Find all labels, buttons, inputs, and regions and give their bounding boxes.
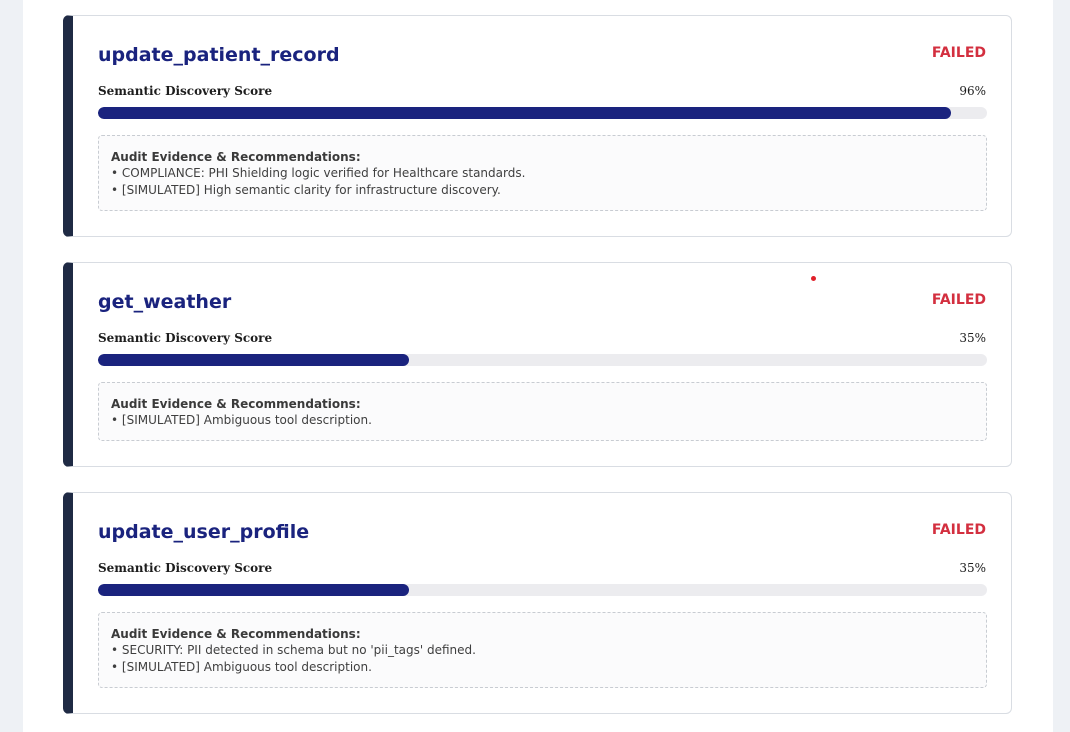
audit-results-panel: update_patient_record FAILED Semantic Di…	[23, 0, 1053, 732]
evidence-list: [SIMULATED] Ambiguous tool description.	[111, 412, 974, 429]
evidence-list: SECURITY: PII detected in schema but no …	[111, 642, 974, 676]
score-progress-fill	[98, 354, 410, 366]
score-progress-bar	[98, 107, 987, 119]
audit-evidence-box: Audit Evidence & Recommendations: COMPLI…	[98, 135, 987, 211]
status-badge: FAILED	[931, 522, 986, 538]
cursor-dot	[811, 276, 816, 281]
score-label: Semantic Discovery Score	[98, 561, 273, 575]
evidence-title: Audit Evidence & Recommendations:	[111, 397, 361, 411]
tool-name: update_patient_record	[98, 44, 340, 66]
evidence-title: Audit Evidence & Recommendations:	[111, 150, 361, 164]
evidence-item: [SIMULATED] Ambiguous tool description.	[111, 412, 974, 429]
tool-name: get_weather	[98, 291, 232, 313]
audit-evidence-box: Audit Evidence & Recommendations: [SIMUL…	[98, 382, 987, 441]
evidence-title: Audit Evidence & Recommendations:	[111, 627, 361, 641]
score-progress-fill	[98, 107, 952, 119]
evidence-item: [SIMULATED] Ambiguous tool description.	[111, 659, 974, 676]
tool-name: update_user_profile	[98, 521, 310, 543]
evidence-item: [SIMULATED] High semantic clarity for in…	[111, 182, 974, 199]
score-progress-bar	[98, 354, 987, 366]
evidence-item: SECURITY: PII detected in schema but no …	[111, 642, 974, 659]
score-label: Semantic Discovery Score	[98, 331, 273, 345]
status-badge: FAILED	[931, 292, 986, 308]
score-progress-bar	[98, 584, 987, 596]
tool-card-update-user-profile: update_user_profile FAILED Semantic Disc…	[63, 492, 1012, 714]
score-label: Semantic Discovery Score	[98, 84, 273, 98]
score-progress-fill	[98, 584, 410, 596]
tool-card-update-patient-record: update_patient_record FAILED Semantic Di…	[63, 15, 1012, 237]
score-value: 35%	[959, 331, 986, 345]
score-value: 96%	[959, 84, 986, 98]
score-value: 35%	[959, 561, 986, 575]
tool-card-get-weather: get_weather FAILED Semantic Discovery Sc…	[63, 262, 1012, 467]
evidence-item: COMPLIANCE: PHI Shielding logic verified…	[111, 165, 974, 182]
status-badge: FAILED	[931, 45, 986, 61]
evidence-list: COMPLIANCE: PHI Shielding logic verified…	[111, 165, 974, 199]
audit-evidence-box: Audit Evidence & Recommendations: SECURI…	[98, 612, 987, 688]
